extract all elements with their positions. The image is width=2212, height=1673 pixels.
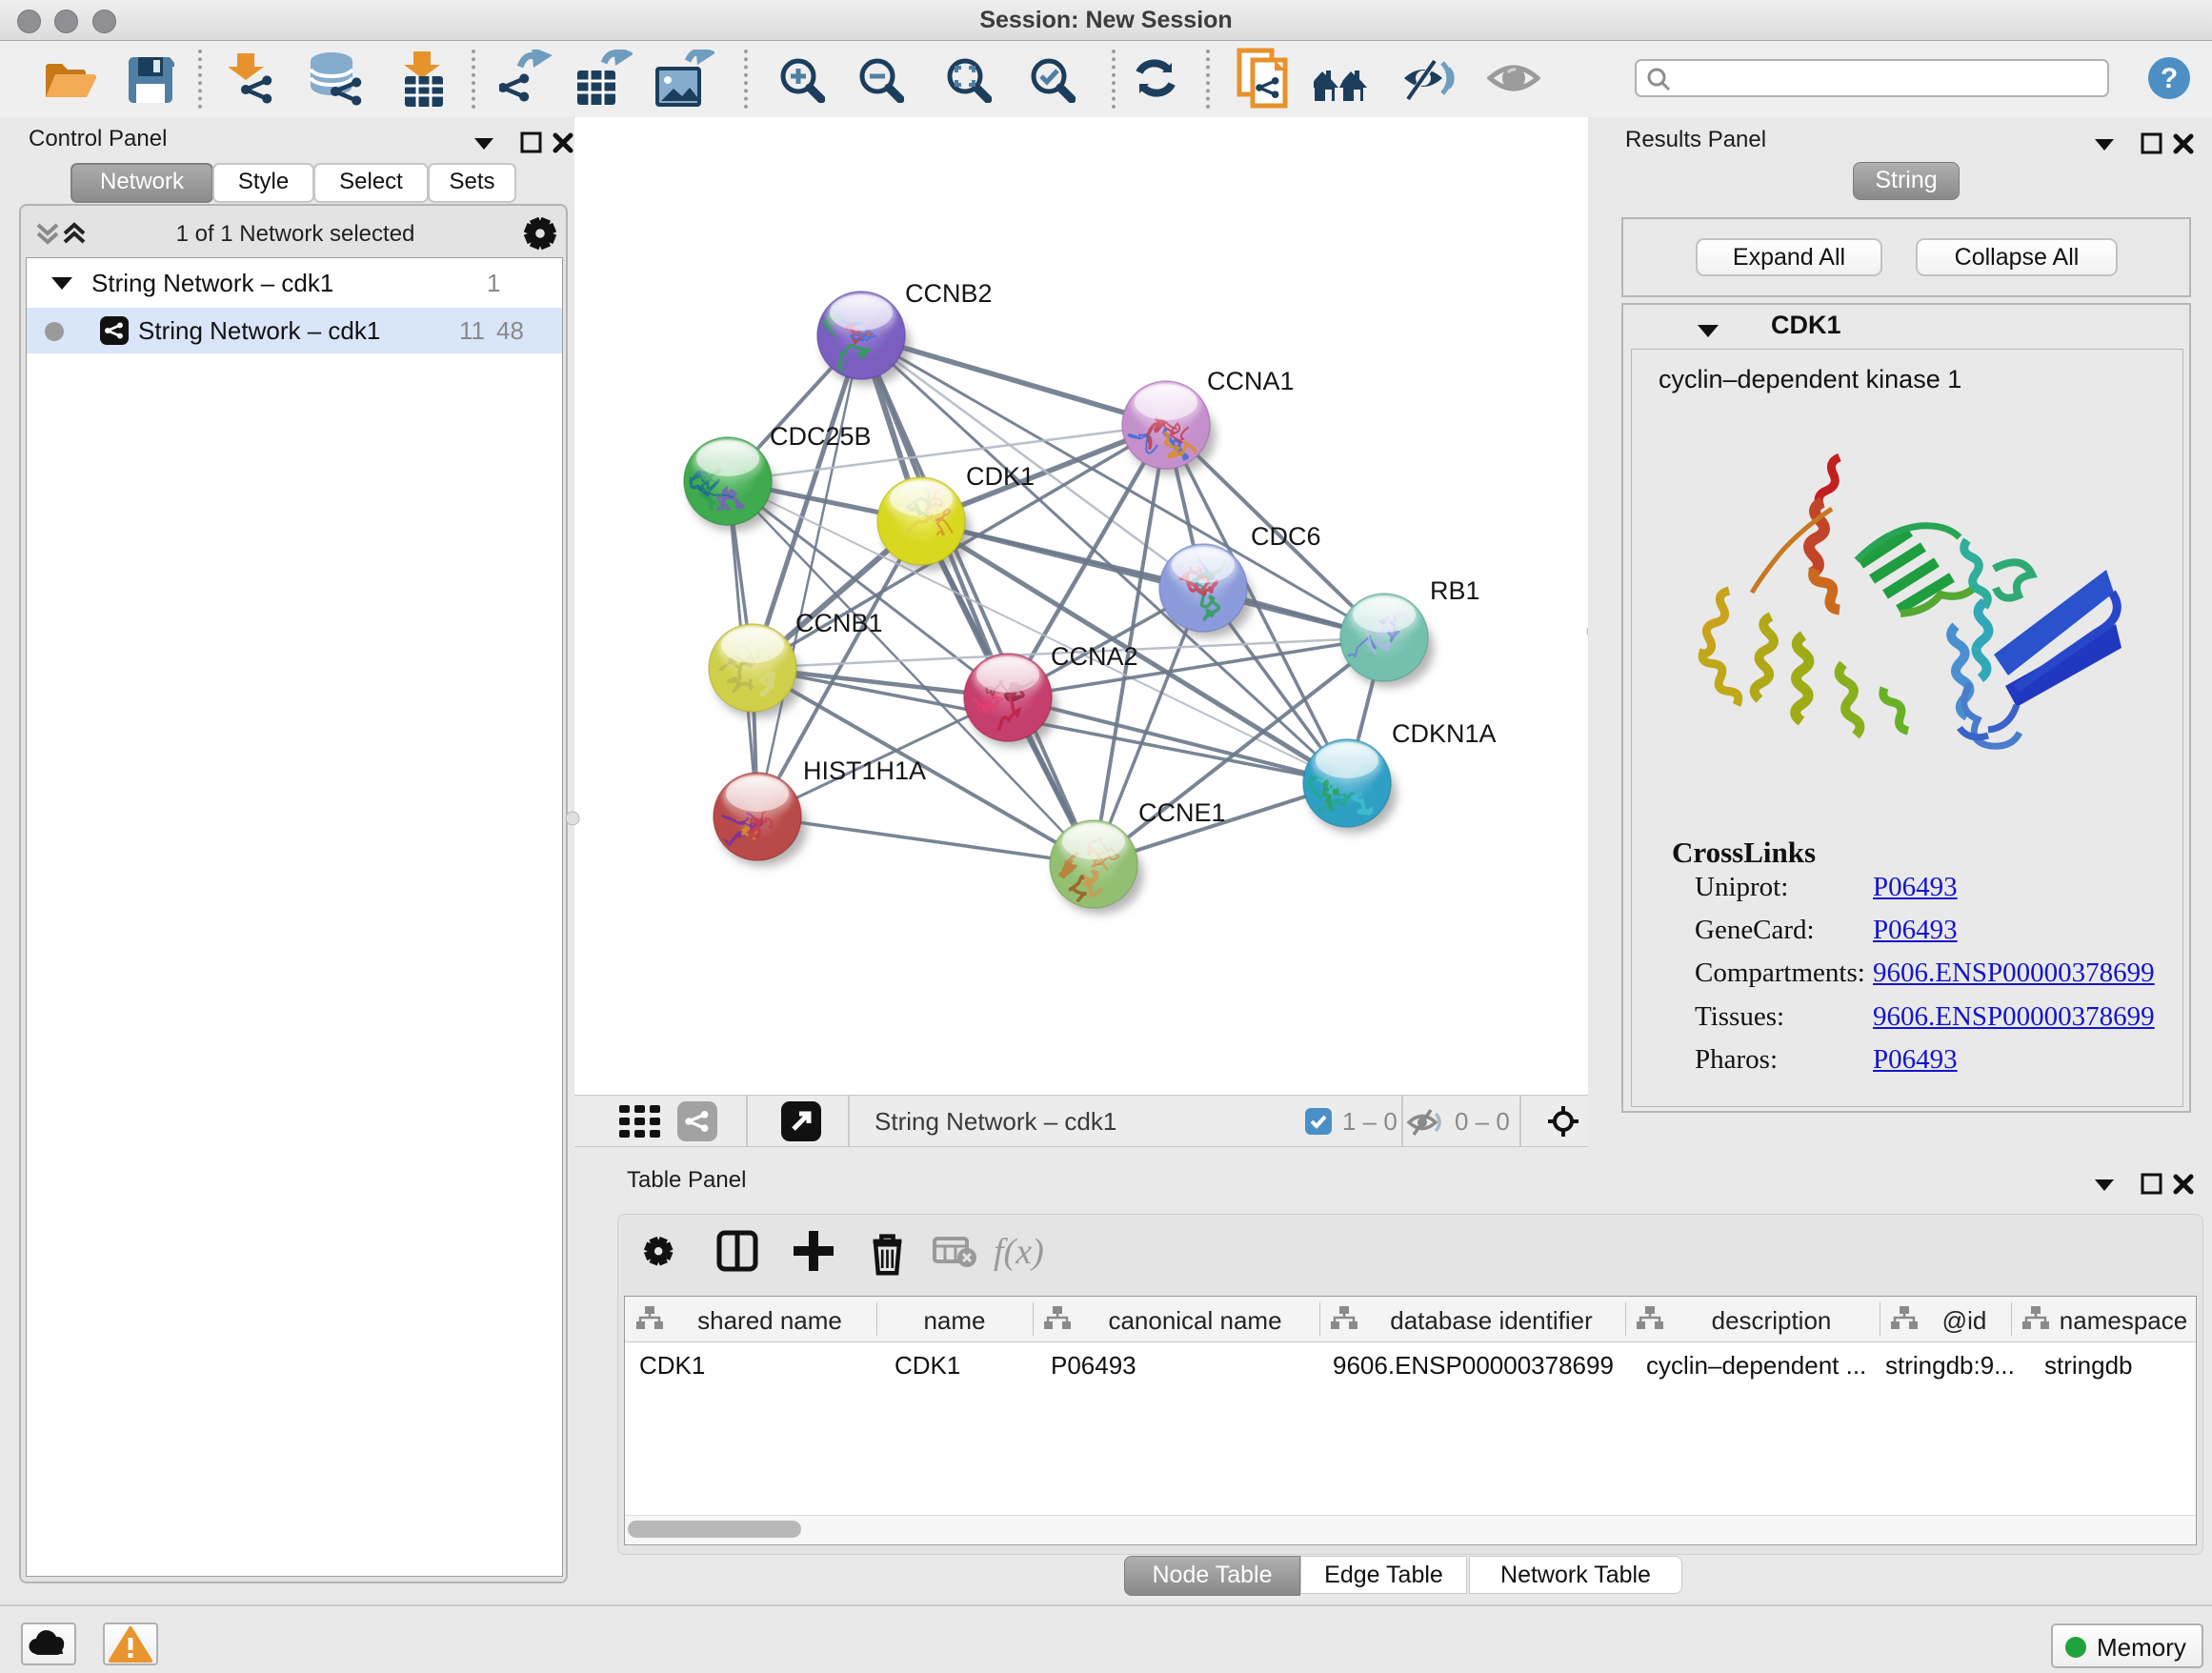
- svg-text:CCNB1: CCNB1: [795, 609, 883, 637]
- svg-text:CCNA2: CCNA2: [1051, 642, 1138, 671]
- svg-text:f(x): f(x): [994, 1232, 1044, 1272]
- svg-text:CDK1: CDK1: [966, 462, 1035, 491]
- svg-text:RB1: RB1: [1430, 576, 1480, 605]
- svg-text:CCNE1: CCNE1: [1138, 798, 1226, 827]
- svg-text:CCNB2: CCNB2: [905, 279, 993, 308]
- svg-text:CDC6: CDC6: [1251, 522, 1321, 551]
- svg-text:CCNA1: CCNA1: [1207, 367, 1295, 395]
- svg-text:CDKN1A: CDKN1A: [1392, 719, 1497, 748]
- svg-text:CDC25B: CDC25B: [770, 422, 872, 451]
- svg-text:HIST1H1A: HIST1H1A: [803, 756, 926, 785]
- svg-text:?: ?: [2161, 63, 2178, 94]
